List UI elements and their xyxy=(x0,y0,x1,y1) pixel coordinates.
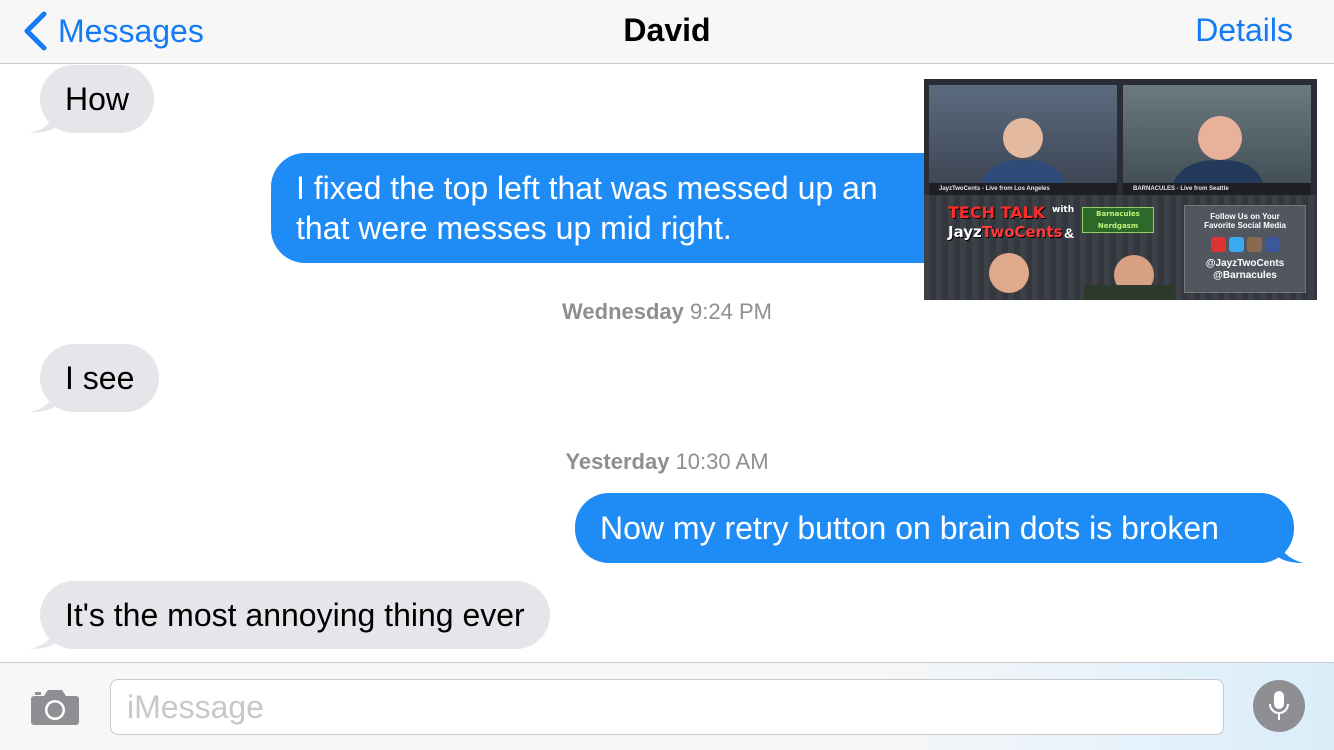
cartoon-faces xyxy=(989,253,1174,300)
social-icons xyxy=(1185,237,1305,252)
twitter-icon xyxy=(1228,237,1244,252)
timestamp-time: 10:30 AM xyxy=(675,449,769,474)
banner-title: TECH TALK xyxy=(948,203,1046,222)
video-feed-right: BARNACULES - Live from Seattle xyxy=(1123,85,1311,195)
logo-line: Nerdgasm xyxy=(1097,222,1139,230)
video-caption: BARNACULES - Live from Seattle xyxy=(1123,183,1311,195)
message-bubble-incoming[interactable]: How xyxy=(30,65,155,133)
message-bubble-outgoing[interactable]: Now my retry button on brain dots is bro… xyxy=(575,493,1304,563)
instagram-icon xyxy=(1246,237,1262,252)
host-name-red: TwoCents xyxy=(981,223,1063,241)
social-media-box: Follow Us on Your Favorite Social Media … xyxy=(1184,205,1306,293)
social-handle: @Barnacules xyxy=(1213,270,1277,281)
bubble-tail xyxy=(30,386,56,412)
follow-line: Follow Us on Your xyxy=(1210,212,1280,221)
timestamp: Yesterday 10:30 AM xyxy=(0,449,1334,475)
input-placeholder: iMessage xyxy=(127,689,264,725)
message-text: It's the most annoying thing ever xyxy=(65,597,525,633)
message-bubble-incoming[interactable]: I see xyxy=(30,344,160,412)
timestamp-day: Yesterday xyxy=(565,449,670,474)
camera-icon[interactable] xyxy=(30,688,80,726)
bubble-tail xyxy=(30,623,56,649)
message-text: Now my retry button on brain dots is bro… xyxy=(600,510,1219,546)
timestamp-day: Wednesday xyxy=(562,299,684,324)
bubble-tail xyxy=(1278,537,1304,563)
imessage-input[interactable]: iMessage xyxy=(110,679,1224,735)
logo-line: Barnacules xyxy=(1096,210,1140,218)
follow-text: Follow Us on Your Favorite Social Media xyxy=(1185,212,1305,230)
message-text-line: I fixed the top left that was messed up … xyxy=(296,170,878,206)
message-input-bar: iMessage xyxy=(0,662,1334,750)
host-name-white: Jayz xyxy=(948,223,982,241)
picture-in-picture-video[interactable]: JayzTwoCents - Live from Los Angeles BAR… xyxy=(924,79,1317,300)
video-feed-left: JayzTwoCents - Live from Los Angeles xyxy=(929,85,1117,195)
message-text: I see xyxy=(65,360,135,396)
show-banner: TECH TALK with JayzTwoCents & Barnacules… xyxy=(924,195,1317,300)
dictation-button[interactable] xyxy=(1253,680,1305,732)
navigation-bar: Messages David Details xyxy=(0,0,1334,64)
message-text-line: that were messes up mid right. xyxy=(296,210,732,246)
bubble-tail xyxy=(30,107,56,133)
message-text: How xyxy=(65,81,130,117)
banner-amp: & xyxy=(1064,225,1075,241)
youtube-icon xyxy=(1210,237,1226,252)
message-bubble-outgoing[interactable]: I fixed the top left that was messed up … xyxy=(271,153,971,263)
facebook-icon xyxy=(1264,237,1280,252)
follow-line: Favorite Social Media xyxy=(1204,221,1286,230)
conversation-title: David xyxy=(623,12,711,48)
video-caption: JayzTwoCents - Live from Los Angeles xyxy=(929,183,1117,195)
details-button[interactable]: Details xyxy=(1195,12,1293,49)
barnacules-logo: Barnacules Nerdgasm xyxy=(1082,207,1154,233)
microphone-icon xyxy=(1269,691,1289,720)
banner-host: JayzTwoCents xyxy=(948,223,1062,241)
banner-with: with xyxy=(1052,205,1075,215)
timestamp-time: 9:24 PM xyxy=(690,299,772,324)
message-bubble-incoming[interactable]: It's the most annoying thing ever xyxy=(30,581,550,649)
social-handle: @JayzTwoCents xyxy=(1205,258,1285,269)
timestamp: Wednesday 9:24 PM xyxy=(0,299,1334,325)
